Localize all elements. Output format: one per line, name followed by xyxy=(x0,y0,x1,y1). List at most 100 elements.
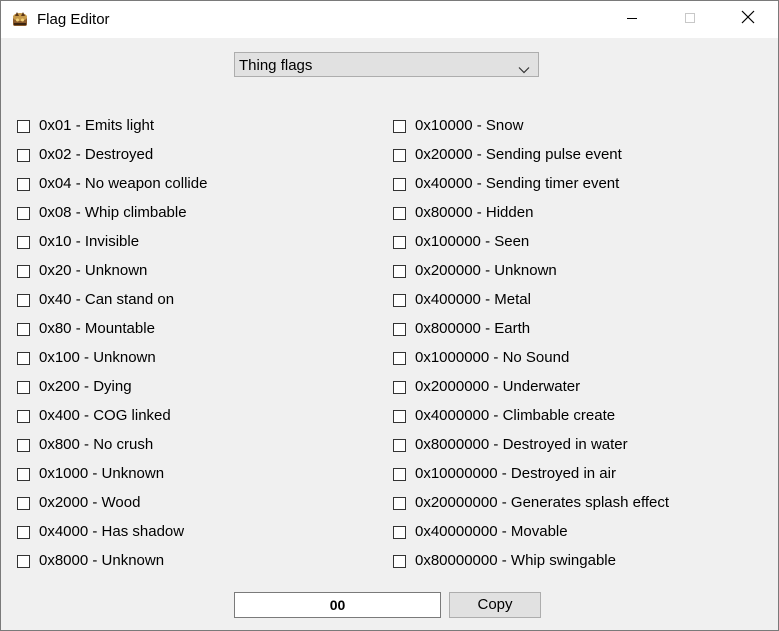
window-title: Flag Editor xyxy=(37,11,110,28)
flag-checkbox-row[interactable]: 0x800000 - Earth xyxy=(393,320,530,338)
flag-checkbox[interactable] xyxy=(17,438,30,452)
flag-checkbox-row[interactable]: 0x08 - Whip climbable xyxy=(17,204,187,222)
flag-checkbox-row[interactable]: 0x1000 - Unknown xyxy=(17,465,164,483)
flag-checkbox[interactable] xyxy=(17,119,30,133)
flag-label: 0x4000000 - Climbable create xyxy=(415,407,616,424)
flag-checkbox[interactable] xyxy=(17,496,30,510)
flag-checkbox-row[interactable]: 0x02 - Destroyed xyxy=(17,146,153,164)
flag-label: 0x800 - No crush xyxy=(39,436,154,453)
flag-checkbox-row[interactable]: 0x8000000 - Destroyed in water xyxy=(393,436,628,454)
flag-checkbox[interactable] xyxy=(17,264,30,278)
flag-checkbox[interactable] xyxy=(17,525,30,539)
chevron-down-icon xyxy=(518,61,530,74)
flag-checkbox[interactable] xyxy=(393,293,406,307)
flag-checkbox-row[interactable]: 0x40 - Can stand on xyxy=(17,291,174,309)
flag-checkbox[interactable] xyxy=(17,235,30,249)
flag-checkbox-row[interactable]: 0x10000 - Snow xyxy=(393,117,523,135)
flag-checkbox-row[interactable]: 0x10000000 - Destroyed in air xyxy=(393,465,616,483)
flag-label: 0x400 - COG linked xyxy=(39,407,171,424)
flag-checkbox-row[interactable]: 0x80000000 - Whip swingable xyxy=(393,552,616,570)
flag-checkbox-row[interactable]: 0x40000000 - Movable xyxy=(393,523,568,541)
flag-label: 0x2000000 - Underwater xyxy=(415,378,581,395)
flag-label: 0x10000000 - Destroyed in air xyxy=(415,465,616,482)
flag-checkbox[interactable] xyxy=(17,351,30,365)
flag-checkbox-row[interactable]: 0x10 - Invisible xyxy=(17,233,139,251)
flag-checkbox[interactable] xyxy=(393,554,406,568)
flag-label: 0x08 - Whip climbable xyxy=(39,204,187,221)
flag-checkbox[interactable] xyxy=(393,525,406,539)
flag-checkbox[interactable] xyxy=(17,293,30,307)
flag-checkbox-row[interactable]: 0x8000 - Unknown xyxy=(17,552,164,570)
flag-checkbox-row[interactable]: 0x100000 - Seen xyxy=(393,233,529,251)
flag-label: 0x10 - Invisible xyxy=(39,233,140,250)
flag-label: 0x100 - Unknown xyxy=(39,349,156,366)
copy-button[interactable]: Copy xyxy=(449,592,541,618)
flag-checkbox[interactable] xyxy=(393,438,406,452)
flag-checkbox-row[interactable]: 0x200000 - Unknown xyxy=(393,262,557,280)
flag-type-select-value: Thing flags xyxy=(239,57,313,74)
flag-checkbox[interactable] xyxy=(17,177,30,191)
flag-checkbox-row[interactable]: 0x20000000 - Generates splash effect xyxy=(393,494,669,512)
flag-checkbox-row[interactable]: 0x2000000 - Underwater xyxy=(393,378,580,396)
flag-checkbox[interactable] xyxy=(393,177,406,191)
flag-checkbox-row[interactable]: 0x20000 - Sending pulse event xyxy=(393,146,622,164)
flag-checkbox[interactable] xyxy=(17,322,30,336)
flag-label: 0x20000 - Sending pulse event xyxy=(415,146,622,163)
flag-checkbox[interactable] xyxy=(393,351,406,365)
flag-checkbox-row[interactable]: 0x800 - No crush xyxy=(17,436,153,454)
flag-label: 0x01 - Emits light xyxy=(39,117,155,134)
minimize-button[interactable] xyxy=(604,1,660,38)
flag-checkbox-row[interactable]: 0x40000 - Sending timer event xyxy=(393,175,619,193)
flag-checkbox-row[interactable]: 0x200 - Dying xyxy=(17,378,132,396)
flag-label: 0x800000 - Earth xyxy=(415,320,531,337)
flag-label: 0x200 - Dying xyxy=(39,378,132,395)
flag-checkbox-row[interactable]: 0x04 - No weapon collide xyxy=(17,175,207,193)
title-bar: Flag Editor xyxy=(1,1,778,38)
flag-checkbox-row[interactable]: 0x100 - Unknown xyxy=(17,349,156,367)
flag-checkbox-row[interactable]: 0x4000 - Has shadow xyxy=(17,523,184,541)
flag-checkbox-row[interactable]: 0x400000 - Metal xyxy=(393,291,531,309)
flag-label: 0x40000000 - Movable xyxy=(415,523,568,540)
maximize-icon xyxy=(684,11,696,29)
flag-checkbox[interactable] xyxy=(17,148,30,162)
flag-label: 0x1000000 - No Sound xyxy=(415,349,570,366)
flag-checkbox[interactable] xyxy=(17,467,30,481)
flag-checkbox[interactable] xyxy=(17,554,30,568)
flag-editor-window: Flag Editor Thing flags 0x01 - Emits lig… xyxy=(0,0,779,631)
flag-checkbox[interactable] xyxy=(393,235,406,249)
flag-checkbox[interactable] xyxy=(393,409,406,423)
flag-label: 0x100000 - Seen xyxy=(415,233,530,250)
flag-checkbox-row[interactable]: 0x4000000 - Climbable create xyxy=(393,407,615,425)
app-icon xyxy=(11,10,29,28)
close-icon xyxy=(741,10,755,29)
flag-label: 0x40000 - Sending timer event xyxy=(415,175,620,192)
flag-label: 0x10000 - Snow xyxy=(415,117,524,134)
flag-checkbox-row[interactable]: 0x80000 - Hidden xyxy=(393,204,533,222)
flag-label: 0x80000000 - Whip swingable xyxy=(415,552,616,569)
flag-checkbox[interactable] xyxy=(393,264,406,278)
flag-checkbox[interactable] xyxy=(393,496,406,510)
flag-checkbox[interactable] xyxy=(393,206,406,220)
flag-checkbox-row[interactable]: 0x20 - Unknown xyxy=(17,262,147,280)
flag-checkbox-row[interactable]: 0x01 - Emits light xyxy=(17,117,154,135)
maximize-button[interactable] xyxy=(662,1,718,38)
flag-checkbox-row[interactable]: 0x400 - COG linked xyxy=(17,407,171,425)
flag-checkbox[interactable] xyxy=(393,467,406,481)
flag-checkbox[interactable] xyxy=(393,380,406,394)
flag-checkbox[interactable] xyxy=(393,119,406,133)
flag-checkbox[interactable] xyxy=(17,206,30,220)
flag-type-select[interactable]: Thing flags xyxy=(234,52,539,77)
flag-checkbox[interactable] xyxy=(17,380,30,394)
flag-label: 0x40 - Can stand on xyxy=(39,291,175,308)
minimize-icon xyxy=(626,11,638,29)
flag-checkbox[interactable] xyxy=(393,322,406,336)
flag-label: 0x2000 - Wood xyxy=(39,494,141,511)
flag-checkbox-row[interactable]: 0x2000 - Wood xyxy=(17,494,140,512)
flags-value-field[interactable]: 00 xyxy=(234,592,441,618)
flag-checkbox-row[interactable]: 0x80 - Mountable xyxy=(17,320,155,338)
flag-checkbox[interactable] xyxy=(393,148,406,162)
flag-checkbox[interactable] xyxy=(17,409,30,423)
flag-label: 0x04 - No weapon collide xyxy=(39,175,208,192)
close-button[interactable] xyxy=(720,1,776,38)
flag-checkbox-row[interactable]: 0x1000000 - No Sound xyxy=(393,349,569,367)
